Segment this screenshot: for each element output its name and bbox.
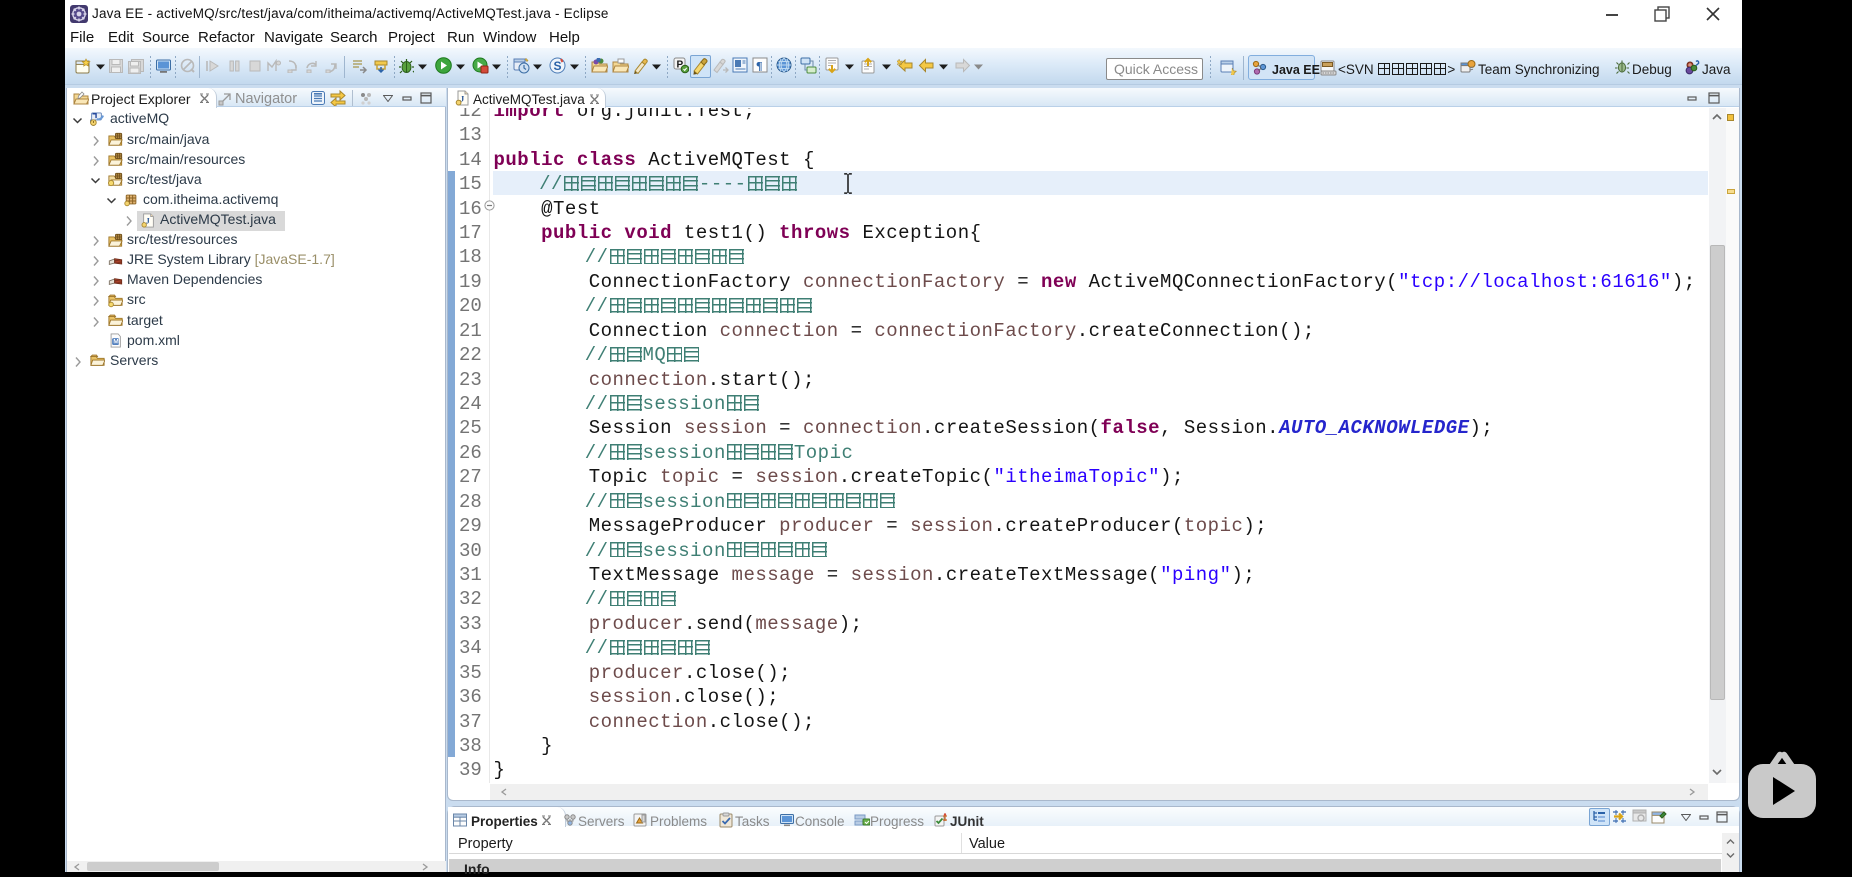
svg-text:S: S [554, 59, 562, 73]
svg-text:M: M [113, 339, 119, 346]
svg-text:¶: ¶ [756, 59, 762, 73]
